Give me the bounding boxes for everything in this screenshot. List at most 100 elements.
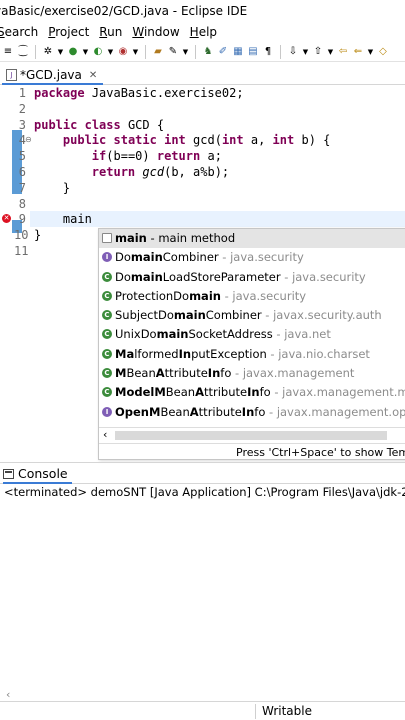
code-line[interactable]: 9 main ✕ (2, 211, 405, 228)
code-line[interactable]: 5 if(b==0) return a; (0, 148, 405, 164)
open-task-icon[interactable]: ✎ (167, 46, 179, 58)
content-assist-item[interactable]: C SubjectDomainCombiner - javax.security.… (99, 306, 405, 325)
scroll-left-icon[interactable]: ‹ (6, 688, 10, 701)
content-assist-item-qualifier: - javax.management (231, 366, 355, 381)
line-number: 8 (18, 196, 26, 211)
code-text: } (34, 180, 71, 195)
line-number: 6 (18, 165, 26, 179)
code-text: public static int gcd(int a, int b) { (62, 133, 331, 148)
next-annotation-dropdown-icon[interactable]: ▼ (302, 46, 309, 58)
interface-icon: I (102, 252, 112, 263)
line-number: 10 (14, 228, 29, 243)
fold-collapse-icon[interactable]: ⊖ (25, 132, 32, 148)
code-line[interactable]: 4 public static int gcd(int a, int b) {⊖ (0, 132, 405, 148)
menu-window[interactable]: Window (127, 24, 184, 42)
forward-icon[interactable]: ◇ (377, 46, 389, 58)
class-icon: C (102, 290, 112, 301)
line-number: 9 (18, 212, 26, 227)
run-icon[interactable]: ● (67, 46, 79, 58)
external-tools-icon[interactable]: ◉ (117, 46, 129, 58)
window-title-bar: vaBasic/exercise02/GCD.java - Eclipse ID… (0, 0, 405, 24)
main-toolbar: ≡ ⁐ ✲ ▼ ● ▼ ◐ ▼ ◉ ▼ ▰ ✎ ▼ ♞ ✐ ▦ ▤ ¶ ⇩ ▼ … (0, 42, 405, 62)
show-whitespace-icon[interactable]: ¶ (262, 46, 274, 58)
annotation-icon[interactable]: ♞ (202, 46, 214, 58)
coverage-icon[interactable]: ◐ (92, 46, 104, 58)
toggle-block-selection-icon[interactable]: ▦ (232, 46, 244, 58)
skip-all-breakpoints-icon[interactable]: ≡ (2, 46, 14, 58)
coverage-dropdown-icon[interactable]: ▼ (107, 46, 114, 58)
content-assist-item-name: UnixDomainSocketAddress (115, 327, 273, 342)
toolbar-separator (280, 44, 281, 59)
content-assist-item-qualifier: - javax.management.modelm (274, 385, 405, 400)
run-dropdown-icon[interactable]: ▼ (82, 46, 89, 58)
content-assist-item[interactable]: C ProtectionDomain - java.security (99, 287, 405, 306)
content-assist-list[interactable]: main - main method I DomainCombiner - java… (99, 229, 405, 422)
content-assist-item[interactable]: C MBeanAttributeInfo - javax.management (99, 364, 405, 383)
content-assist-item-name: MalformedInputException (115, 346, 267, 361)
menu-bar: Search Project Run Window Help (0, 24, 405, 42)
code-line[interactable]: 3 public class GCD { (0, 117, 405, 133)
java-file-icon: J (6, 69, 17, 81)
content-assist-item[interactable]: main - main method (99, 229, 405, 249)
content-assist-item[interactable]: I DomainCombiner - java.security (99, 248, 405, 267)
content-assist-item[interactable]: C UnixDomainSocketAddress - java.net (99, 325, 405, 344)
toolbar-separator (195, 44, 196, 59)
debug-dropdown-icon[interactable]: ▼ (57, 46, 64, 58)
debug-icon[interactable]: ✲ (42, 46, 54, 58)
content-assist-item-qualifier: - javax.security.auth (261, 308, 382, 323)
editor-write-mode: Writable (262, 704, 312, 718)
content-assist-popup[interactable]: main - main method I DomainCombiner - java… (98, 228, 405, 460)
open-task-dropdown-icon[interactable]: ▼ (182, 46, 189, 58)
code-line[interactable]: 1 package JavaBasic.exercise02; (0, 85, 405, 101)
console-tab-label: Console (18, 466, 68, 481)
code-line[interactable]: 8 (0, 196, 405, 212)
menu-project[interactable]: Project (43, 24, 94, 42)
scroll-left-icon[interactable]: ‹ (103, 428, 107, 441)
class-icon: C (102, 368, 112, 379)
open-type-icon[interactable]: ▰ (152, 46, 164, 58)
code-line[interactable]: 6 return gcd(b, a%b); (0, 164, 405, 180)
content-assist-item-qualifier: - java.security (280, 269, 366, 284)
content-assist-item-qualifier: - java.security (220, 288, 307, 303)
line-number: 5 (18, 149, 26, 164)
menu-search[interactable]: Search (0, 24, 43, 42)
back-dropdown-icon[interactable]: ▼ (367, 46, 374, 58)
word-wrap-icon[interactable]: ▤ (247, 46, 259, 58)
console-output-area[interactable] (0, 502, 405, 700)
code-text: public class GCD { (34, 117, 165, 132)
menu-help[interactable]: Help (185, 24, 222, 42)
scrollbar-thumb[interactable] (115, 431, 387, 440)
code-text: package JavaBasic.exercise02; (34, 86, 244, 100)
menu-run[interactable]: Run (94, 24, 127, 42)
code-text: return gcd(b, a%b); (91, 165, 230, 179)
back-icon[interactable]: ⇐ (352, 46, 364, 58)
content-assist-item[interactable]: C DomainLoadStoreParameter - java.securit… (99, 268, 405, 287)
editor-tab-gcd-java[interactable]: J *GCD.java ✕ (2, 65, 104, 85)
toggle-mark-occurrences-icon[interactable]: ⁐ (17, 46, 29, 58)
toggle-breadcrumb-icon[interactable]: ✐ (217, 46, 229, 58)
interface-icon: I (102, 406, 112, 417)
content-assist-item[interactable]: C MalformedInputException - java.nio.char… (99, 345, 405, 364)
previous-annotation-icon[interactable]: ⇧ (312, 46, 324, 58)
line-number: 11 (14, 244, 29, 258)
content-assist-item-qualifier: - java.security (218, 250, 304, 265)
content-assist-item-qualifier: - javax.management.openmb (269, 404, 405, 419)
status-separator (255, 704, 256, 719)
tab-console[interactable]: Console (3, 465, 72, 484)
last-edit-location-icon[interactable]: ⇦ (337, 46, 349, 58)
close-tab-icon[interactable]: ✕ (89, 70, 97, 81)
editor-tab-label: *GCD.java (20, 68, 82, 82)
content-assist-item[interactable]: I OpenMBeanAttributeInfo - javax.manageme… (99, 403, 405, 422)
content-assist-horizontal-scrollbar[interactable]: ‹ (99, 427, 405, 442)
previous-annotation-dropdown-icon[interactable]: ▼ (327, 46, 334, 58)
line-number: 3 (18, 117, 26, 132)
code-line[interactable]: 2 (0, 101, 405, 117)
content-assist-item-name: ProtectionDomain (115, 288, 221, 303)
external-tools-dropdown-icon[interactable]: ▼ (132, 46, 139, 58)
content-assist-item[interactable]: C ModelMBeanAttributeInfo - javax.managem… (99, 383, 405, 402)
next-annotation-icon[interactable]: ⇩ (287, 46, 299, 58)
content-assist-item-name: main (115, 231, 147, 245)
code-text: } (34, 228, 42, 243)
console-icon (3, 468, 14, 479)
code-line[interactable]: 7 } (0, 180, 405, 196)
